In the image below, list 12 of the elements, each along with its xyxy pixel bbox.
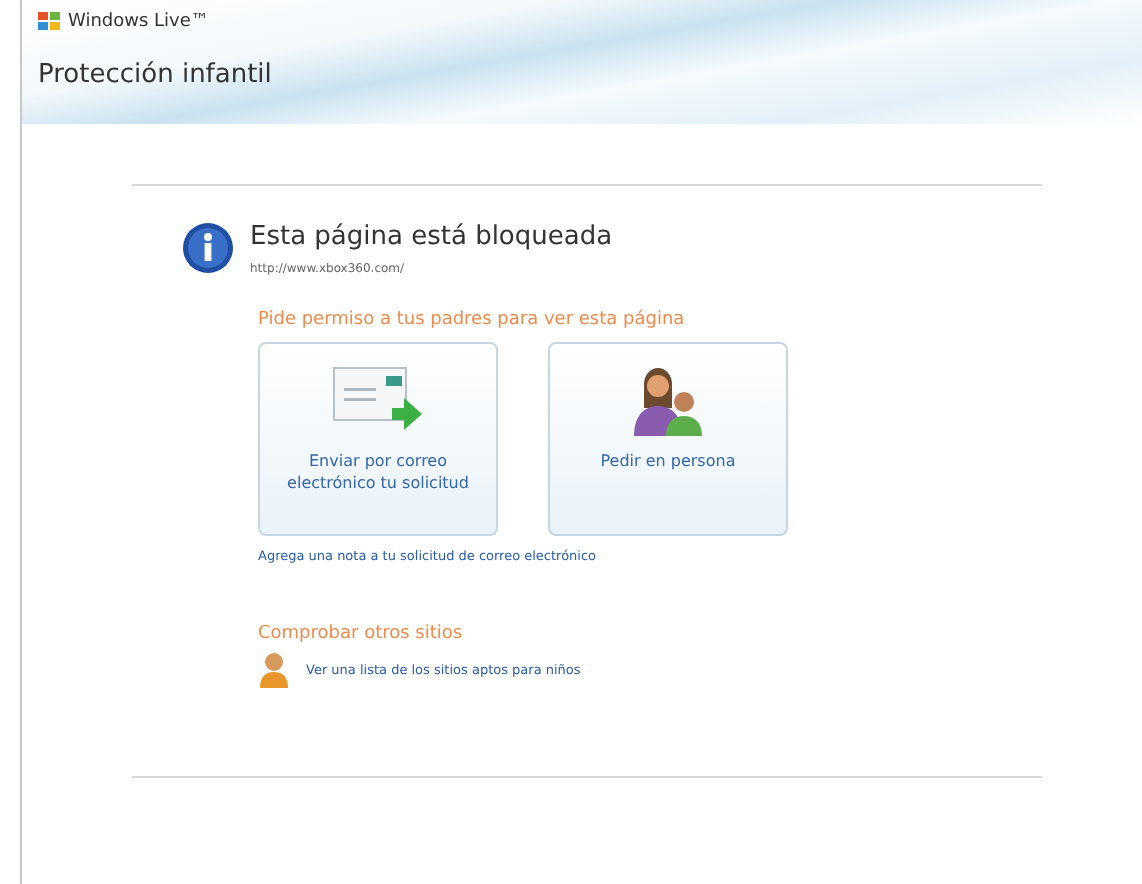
page-title: Protección infantil [38, 60, 274, 90]
email-send-icon [332, 364, 424, 436]
windows-logo-icon [38, 12, 62, 32]
in-person-request-button[interactable]: Pedir en persona [548, 342, 788, 536]
email-request-button[interactable]: Enviar por correo electrónico tu solicitud [258, 342, 498, 536]
person-icon [258, 652, 290, 688]
section-heading: Pide permiso a tus padres para ver esta página [258, 310, 687, 330]
section-heading: Comprobar otros sitios [258, 624, 465, 644]
parent-child-icon [628, 364, 708, 436]
brand-name: Windows Live™ [68, 12, 209, 32]
info-icon [182, 222, 234, 274]
blocked-heading: Esta página está bloqueada [250, 222, 613, 252]
